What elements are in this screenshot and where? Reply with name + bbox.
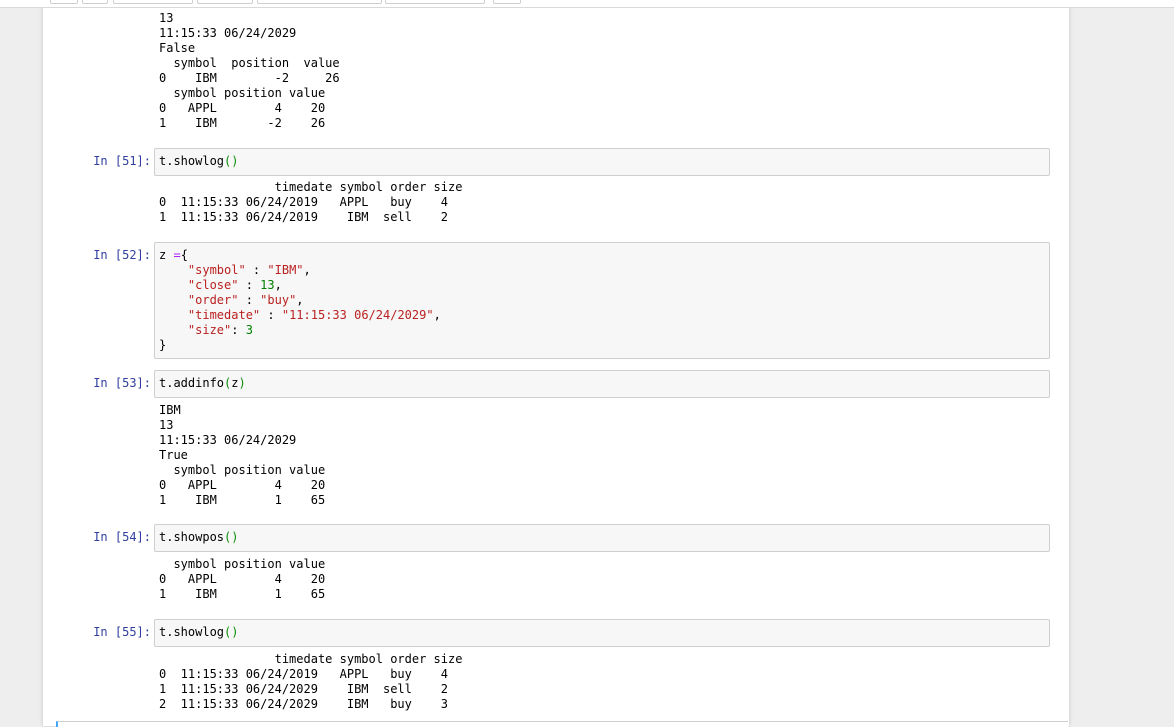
toolbar-button-group[interactable] <box>113 0 193 4</box>
code-string: "order" <box>187 293 239 307</box>
notebook-container: IBM 13 11:15:33 06/24/2029 False symbol … <box>43 0 1069 726</box>
code-cell-input[interactable]: t.showlog() <box>154 619 1050 647</box>
code-token: , <box>274 278 282 292</box>
code-token: , <box>433 308 441 322</box>
code-string: "close" <box>187 278 239 292</box>
code-string: "timedate" <box>187 308 261 322</box>
code-string: "buy" <box>260 293 297 307</box>
code-token: : <box>231 323 246 337</box>
selected-cell-edge[interactable] <box>56 721 1068 727</box>
code-number: 3 <box>245 323 253 337</box>
code-token: t.showpos <box>159 530 225 544</box>
code-token: t.showlog <box>159 625 225 639</box>
code-string: "11:15:33 06/24/2029" <box>281 308 434 322</box>
code-token: : <box>245 263 268 277</box>
command-palette-button[interactable] <box>493 0 521 4</box>
code-paren: ) <box>238 376 246 390</box>
toolbar <box>0 0 1174 8</box>
code-operator: = <box>173 248 181 262</box>
code-paren: ) <box>231 625 239 639</box>
input-prompt: In [52]: <box>93 248 151 262</box>
code-line: t.addinfo(z) <box>159 376 246 391</box>
code-token: : <box>260 308 282 322</box>
code-token: , <box>303 263 311 277</box>
input-prompt: In [55]: <box>93 625 151 639</box>
code-token: : <box>238 293 261 307</box>
code-token: } <box>159 338 167 352</box>
code-cell-input[interactable]: t.showlog() <box>154 148 1050 176</box>
code-token: { <box>180 248 188 262</box>
toolbar-run-group[interactable] <box>257 0 382 4</box>
toolbar-button[interactable] <box>50 0 78 4</box>
code-cell-input[interactable]: z ={ "symbol" : "IBM", "close" : 13, "or… <box>154 242 1050 359</box>
code-string: "IBM" <box>267 263 304 277</box>
input-prompt: In [54]: <box>93 530 151 544</box>
output-area: IBM 13 11:15:33 06/24/2029 True symbol p… <box>159 403 326 507</box>
code-string: "symbol" <box>187 263 246 277</box>
output-area: timedate symbol order size 0 11:15:33 06… <box>159 652 463 711</box>
code-token: t.addinfo <box>159 376 225 390</box>
code-block: z ={ "symbol" : "IBM", "close" : 13, "or… <box>159 248 441 353</box>
input-prompt: In [53]: <box>93 376 151 390</box>
code-token: : <box>238 278 261 292</box>
output-area: symbol position value 0 APPL 4 20 1 IBM … <box>159 557 326 601</box>
code-cell-input[interactable]: t.addinfo(z) <box>154 370 1050 398</box>
code-line: t.showlog() <box>159 154 239 169</box>
code-cell-input[interactable]: t.showpos() <box>154 524 1050 552</box>
code-line: t.showlog() <box>159 625 239 640</box>
output-area: IBM 13 11:15:33 06/24/2029 False symbol … <box>159 0 340 130</box>
input-prompt: In [51]: <box>93 154 151 168</box>
code-string: "size" <box>187 323 232 337</box>
code-token: , <box>296 293 304 307</box>
toolbar-button-group[interactable] <box>197 0 253 4</box>
code-token: z <box>159 248 174 262</box>
code-number: 13 <box>260 278 275 292</box>
code-paren: ) <box>231 530 239 544</box>
toolbar-button[interactable] <box>82 0 108 4</box>
code-paren: ) <box>231 154 239 168</box>
code-token: z <box>231 376 239 390</box>
code-token: t.showlog <box>159 154 225 168</box>
cell-type-select[interactable] <box>385 0 485 4</box>
output-area: timedate symbol order size 0 11:15:33 06… <box>159 180 463 224</box>
code-line: t.showpos() <box>159 530 239 545</box>
